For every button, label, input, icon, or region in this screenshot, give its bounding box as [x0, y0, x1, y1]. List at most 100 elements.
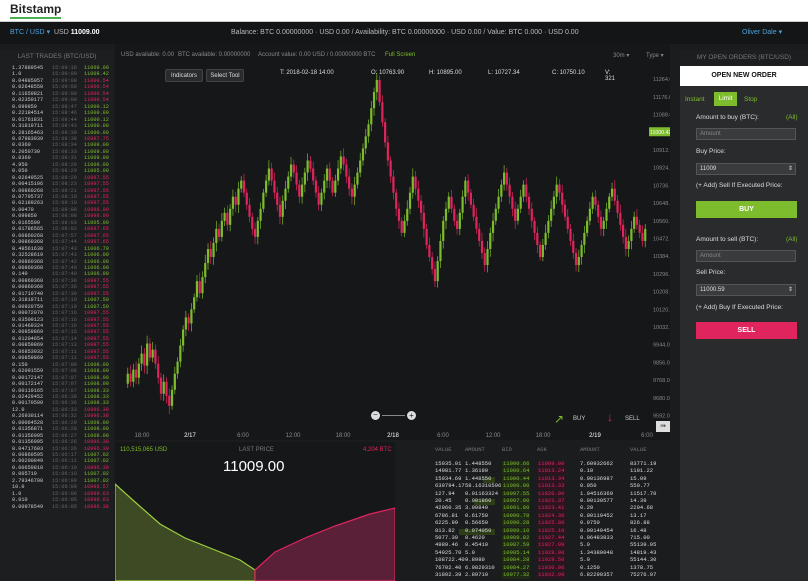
sell-all-link[interactable]: (All): [786, 236, 798, 243]
add-buy-if-executed[interactable]: (+ Add) Buy If Executed Price:: [696, 304, 783, 311]
candle[interactable]: [580, 240, 583, 265]
candle[interactable]: [378, 75, 381, 106]
candle[interactable]: [561, 184, 564, 214]
candle[interactable]: [431, 252, 434, 275]
candle[interactable]: [555, 176, 558, 204]
candle[interactable]: [248, 198, 251, 223]
candle[interactable]: [475, 208, 478, 234]
candle[interactable]: [503, 165, 506, 191]
candle[interactable]: [229, 203, 232, 232]
candle[interactable]: [530, 202, 533, 228]
candle[interactable]: [384, 118, 387, 148]
candle[interactable]: [325, 164, 329, 189]
candle[interactable]: [411, 168, 414, 199]
candle[interactable]: [173, 366, 176, 395]
candle[interactable]: [339, 150, 342, 174]
candle[interactable]: [129, 365, 132, 387]
candle[interactable]: [586, 216, 589, 237]
candle[interactable]: [320, 188, 323, 211]
candle[interactable]: [345, 158, 348, 184]
tab-instant[interactable]: Instant: [685, 96, 705, 103]
candle[interactable]: [519, 189, 522, 214]
candle[interactable]: [472, 198, 475, 222]
candle[interactable]: [162, 374, 165, 401]
candle[interactable]: [550, 200, 553, 227]
candle[interactable]: [538, 241, 542, 261]
candle[interactable]: [375, 72, 378, 101]
candle[interactable]: [544, 224, 547, 250]
candle[interactable]: [461, 190, 464, 220]
candle[interactable]: [276, 187, 279, 212]
candle[interactable]: [574, 248, 578, 272]
candle[interactable]: [193, 293, 196, 313]
candle[interactable]: [563, 199, 567, 221]
candle[interactable]: [594, 190, 597, 211]
chart-sell-label[interactable]: SELL: [625, 416, 640, 422]
candle[interactable]: [425, 223, 428, 249]
candle[interactable]: [644, 224, 647, 248]
candle[interactable]: [215, 221, 218, 252]
candle[interactable]: [638, 219, 641, 239]
candle[interactable]: [242, 173, 246, 198]
candle[interactable]: [497, 189, 500, 214]
candle[interactable]: [605, 202, 608, 229]
candle[interactable]: [450, 189, 453, 214]
candle[interactable]: [284, 180, 287, 210]
order-book-row[interactable]: 31802.39 2.89710 10977.32 11032.99 6.8229035…: [395, 571, 680, 579]
candle[interactable]: [323, 174, 326, 200]
candle[interactable]: [641, 225, 644, 247]
candle[interactable]: [331, 176, 334, 197]
candle[interactable]: [572, 233, 575, 259]
bitstamp-logo[interactable]: Bitstamp: [10, 2, 62, 19]
candle[interactable]: [552, 191, 556, 216]
candle[interactable]: [353, 176, 356, 206]
candle[interactable]: [179, 338, 182, 368]
candle[interactable]: [591, 192, 594, 214]
candle[interactable]: [478, 223, 481, 247]
candle[interactable]: [536, 226, 539, 254]
candle[interactable]: [256, 217, 259, 245]
buy-button[interactable]: BUY: [696, 201, 797, 218]
depth-chart[interactable]: 110,515,065 USD LAST PRICE 11009.00 4,20…: [115, 442, 395, 581]
candle[interactable]: [151, 341, 154, 363]
candle[interactable]: [267, 160, 270, 186]
candle[interactable]: [541, 238, 544, 262]
order-book-row[interactable]: 639794.17 58.16310596 11000.00 11013.33 0.05…: [395, 482, 680, 490]
candle[interactable]: [483, 247, 486, 272]
candle[interactable]: [176, 357, 179, 379]
candle[interactable]: [201, 271, 204, 299]
candle[interactable]: [281, 195, 284, 225]
candle[interactable]: [195, 275, 199, 302]
candle[interactable]: [406, 200, 409, 226]
candle[interactable]: [137, 357, 140, 385]
candle[interactable]: [547, 214, 550, 239]
candle[interactable]: [455, 214, 459, 235]
user-menu[interactable]: Oliver Dale ▾: [742, 22, 782, 44]
buy-price-input[interactable]: 11009 ⇕: [696, 163, 796, 175]
candle[interactable]: [190, 303, 193, 332]
candle[interactable]: [262, 189, 265, 213]
candle[interactable]: [494, 203, 497, 225]
candle[interactable]: [428, 237, 431, 262]
candle[interactable]: [417, 180, 420, 208]
candle[interactable]: [328, 162, 331, 189]
candle[interactable]: [489, 227, 492, 257]
candle[interactable]: [278, 196, 282, 225]
candle[interactable]: [204, 254, 207, 284]
candle[interactable]: [624, 228, 627, 257]
candle[interactable]: [206, 243, 210, 270]
candle[interactable]: [464, 176, 467, 205]
candle[interactable]: [146, 335, 149, 375]
candle[interactable]: [348, 168, 351, 196]
order-book-row[interactable]: 6225.99 0.56650 10990.28 11025.00 0.0750 826.…: [395, 519, 680, 527]
pair-selector[interactable]: BTC / USD ▾: [10, 22, 50, 44]
scroll-right-icon[interactable]: ⇛: [656, 421, 670, 432]
candle[interactable]: [231, 189, 235, 216]
open-new-order-header[interactable]: OPEN NEW ORDER: [680, 66, 808, 86]
candle[interactable]: [583, 225, 586, 254]
candle[interactable]: [608, 193, 611, 213]
candle[interactable]: [414, 170, 417, 196]
candle[interactable]: [126, 367, 129, 388]
candle[interactable]: [265, 174, 268, 197]
candle[interactable]: [480, 232, 484, 260]
